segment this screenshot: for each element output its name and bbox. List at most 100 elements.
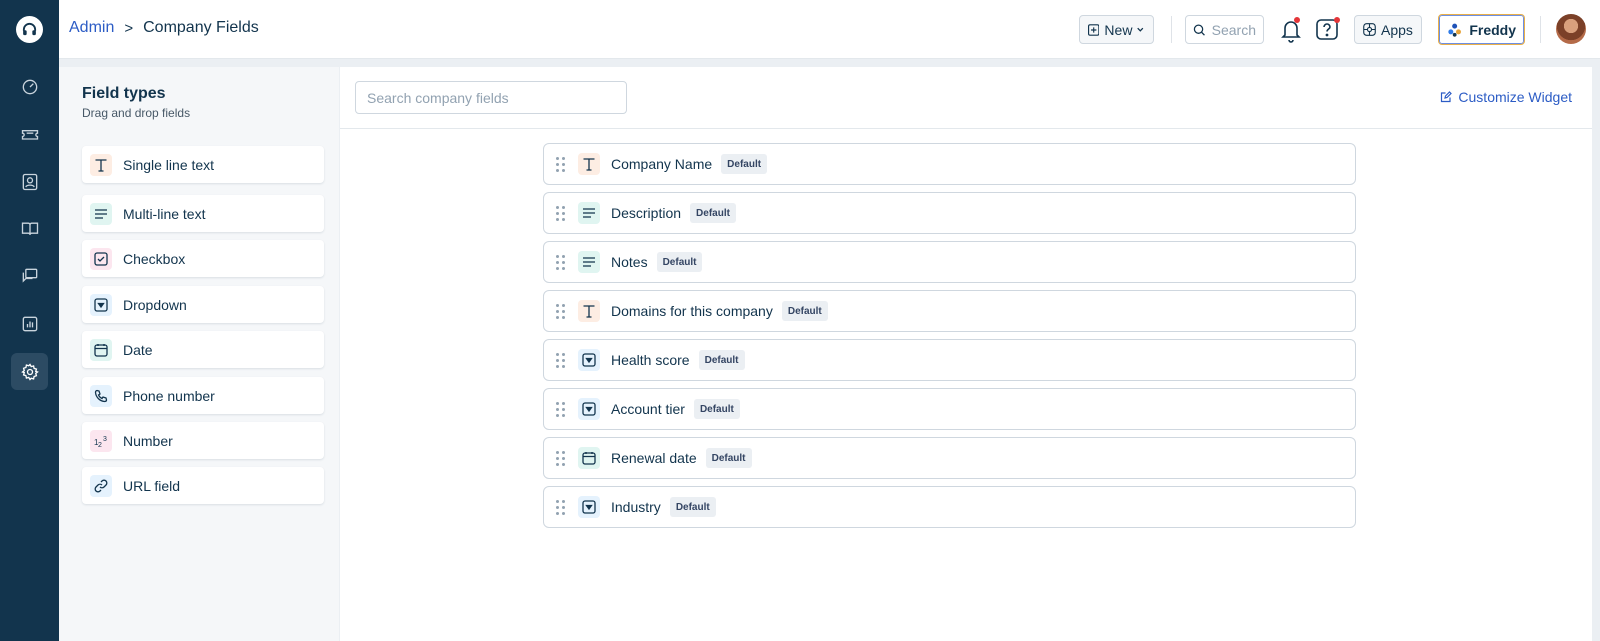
new-button-label: New — [1104, 21, 1133, 38]
link-icon — [90, 474, 112, 497]
notifications-bell-icon[interactable] — [1279, 17, 1303, 43]
drag-handle-icon[interactable] — [556, 450, 566, 466]
calendar-icon — [578, 447, 600, 469]
field-row-description[interactable]: Description Default — [543, 192, 1356, 234]
contacts-icon[interactable] — [11, 163, 48, 200]
divider — [1171, 16, 1172, 43]
field-type-dropdown[interactable]: Dropdown — [82, 286, 324, 323]
tickets-icon[interactable] — [11, 115, 48, 152]
default-badge: Default — [721, 154, 768, 174]
admin-gear-icon[interactable] — [11, 353, 48, 390]
svg-text:3: 3 — [103, 436, 107, 443]
field-type-number[interactable]: 123 Number — [82, 422, 324, 459]
search-label: Search — [1211, 21, 1256, 38]
chevron-down-icon — [1137, 27, 1144, 32]
text-icon — [90, 153, 112, 176]
field-label: Notes — [611, 254, 648, 270]
field-row-company-name[interactable]: Company Name Default — [543, 143, 1356, 185]
field-row-domains[interactable]: Domains for this company Default — [543, 290, 1356, 332]
customize-widget-link[interactable]: Customize Widget — [1440, 89, 1572, 105]
reports-icon[interactable] — [11, 305, 48, 342]
main-toolbar: Customize Widget — [340, 67, 1592, 129]
apps-button[interactable]: Apps — [1354, 15, 1422, 44]
help-notification-dot — [1334, 17, 1340, 23]
default-badge: Default — [656, 252, 703, 272]
checkbox-icon — [90, 247, 112, 270]
new-button[interactable]: New — [1079, 15, 1154, 44]
field-row-health-score[interactable]: Health score Default — [543, 339, 1356, 381]
dropdown-icon — [578, 496, 600, 518]
field-type-label: Checkbox — [123, 250, 186, 267]
field-row-account-tier[interactable]: Account tier Default — [543, 388, 1356, 430]
drag-handle-icon[interactable] — [556, 499, 566, 515]
dropdown-icon — [578, 349, 600, 371]
default-badge: Default — [690, 203, 736, 223]
dropdown-icon — [90, 293, 112, 316]
divider — [1540, 16, 1541, 43]
phone-icon — [90, 384, 112, 407]
field-row-renewal-date[interactable]: Renewal date Default — [543, 437, 1356, 479]
number-icon: 123 — [90, 429, 112, 452]
field-type-label: Phone number — [123, 387, 215, 404]
conversations-icon[interactable] — [11, 257, 48, 294]
field-label: Company Name — [611, 156, 713, 172]
top-bar: Admin > Company Fields New Search Apps F… — [59, 0, 1600, 59]
field-row-industry[interactable]: Industry Default — [543, 486, 1356, 528]
field-type-label: Single line text — [123, 156, 215, 173]
field-type-label: URL field — [123, 477, 181, 494]
page-title: Company Fields — [143, 19, 259, 36]
field-types-panel: Field types Drag and drop fields Single … — [59, 67, 339, 641]
logo-icon[interactable] — [16, 16, 43, 43]
default-badge: Default — [705, 448, 752, 468]
field-label: Industry — [611, 499, 661, 515]
field-type-date[interactable]: Date — [82, 331, 324, 368]
freddy-icon — [1448, 23, 1461, 37]
text-icon — [578, 300, 600, 322]
freddy-label: Freddy — [1469, 21, 1516, 38]
field-type-checkbox[interactable]: Checkbox — [82, 240, 324, 277]
paragraph-icon — [578, 202, 600, 224]
drag-handle-icon[interactable] — [556, 352, 566, 368]
freddy-button[interactable]: Freddy — [1438, 14, 1525, 45]
breadcrumb: Admin > Company Fields — [69, 19, 259, 37]
default-badge: Default — [781, 301, 828, 321]
svg-text:2: 2 — [98, 442, 102, 448]
dropdown-icon — [578, 398, 600, 420]
customize-widget-label: Customize Widget — [1458, 89, 1572, 105]
paragraph-icon — [578, 251, 600, 273]
user-avatar[interactable] — [1556, 14, 1586, 44]
field-type-label: Number — [123, 432, 173, 449]
drag-handle-icon[interactable] — [556, 401, 566, 417]
drag-handle-icon[interactable] — [556, 205, 566, 221]
default-badge: Default — [669, 497, 716, 517]
apps-label: Apps — [1381, 21, 1413, 38]
default-badge: Default — [698, 350, 745, 370]
notification-dot — [1294, 17, 1300, 23]
left-nav — [0, 0, 59, 641]
company-fields-main: Customize Widget Company Name Default De… — [340, 67, 1592, 641]
breadcrumb-separator: > — [124, 19, 134, 37]
calendar-icon — [90, 338, 112, 361]
field-label: Health score — [611, 352, 690, 368]
help-icon[interactable] — [1315, 17, 1341, 43]
solutions-icon[interactable] — [11, 210, 48, 247]
drag-handle-icon[interactable] — [556, 156, 566, 172]
field-type-url[interactable]: URL field — [82, 467, 324, 504]
global-search-button[interactable]: Search — [1185, 15, 1264, 44]
drag-handle-icon[interactable] — [556, 303, 566, 319]
default-badge: Default — [693, 399, 740, 419]
field-label: Description — [611, 205, 682, 221]
field-label: Domains for this company — [611, 303, 773, 319]
field-type-phone-number[interactable]: Phone number — [82, 377, 324, 414]
drag-handle-icon[interactable] — [556, 254, 566, 270]
field-type-multi-line-text[interactable]: Multi-line text — [82, 195, 324, 232]
field-row-notes[interactable]: Notes Default — [543, 241, 1356, 283]
breadcrumb-admin-link[interactable]: Admin — [69, 19, 114, 37]
search-company-fields-input[interactable] — [355, 81, 627, 114]
search-icon — [1193, 23, 1205, 36]
field-type-label: Dropdown — [123, 296, 187, 313]
apps-icon — [1363, 23, 1376, 36]
field-type-single-line-text[interactable]: Single line text — [82, 146, 324, 183]
field-label: Account tier — [611, 401, 685, 417]
dashboard-icon[interactable] — [11, 68, 48, 105]
